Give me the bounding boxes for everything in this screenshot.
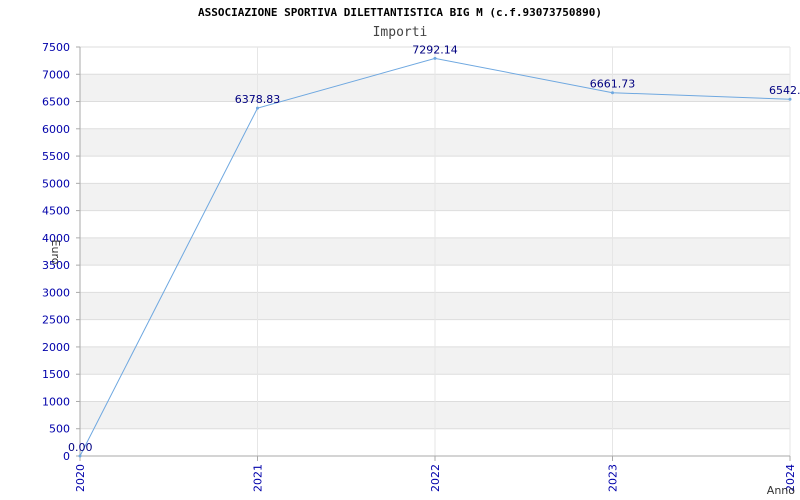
y-tick-label: 5000 bbox=[42, 177, 70, 190]
y-tick-label: 7500 bbox=[42, 41, 70, 54]
data-label: 6378.83 bbox=[235, 93, 281, 106]
y-tick-label: 6000 bbox=[42, 123, 70, 136]
x-tick-label: 2023 bbox=[607, 464, 620, 492]
line-chart: 0500100015002000250030003500400045005000… bbox=[42, 41, 800, 497]
data-point bbox=[788, 97, 792, 101]
x-tick-label: 2022 bbox=[429, 464, 442, 492]
y-tick-label: 1500 bbox=[42, 368, 70, 381]
data-point bbox=[78, 454, 82, 458]
y-axis-label: Euro bbox=[49, 240, 62, 265]
y-tick-label: 4500 bbox=[42, 205, 70, 218]
data-point bbox=[433, 56, 437, 60]
y-tick-label: 7000 bbox=[42, 68, 70, 81]
data-point bbox=[611, 91, 614, 95]
y-tick-label: 500 bbox=[49, 423, 70, 436]
data-label: 0.00 bbox=[68, 441, 93, 454]
y-tick-label: 2000 bbox=[42, 341, 70, 354]
x-tick-label: 2021 bbox=[252, 464, 265, 492]
x-axis-label: Anno bbox=[767, 484, 795, 497]
y-tick-label: 2500 bbox=[42, 314, 70, 327]
x-tick-label: 2020 bbox=[74, 464, 87, 492]
y-tick-label: 3000 bbox=[42, 286, 70, 299]
data-label: 7292.14 bbox=[412, 43, 458, 56]
y-tick-label: 6500 bbox=[42, 96, 70, 109]
data-point bbox=[256, 106, 259, 110]
y-tick-label: 5500 bbox=[42, 150, 70, 163]
y-tick-label: 1000 bbox=[42, 395, 70, 408]
data-label: 6542.0 bbox=[769, 84, 800, 97]
data-label: 6661.73 bbox=[590, 78, 636, 91]
